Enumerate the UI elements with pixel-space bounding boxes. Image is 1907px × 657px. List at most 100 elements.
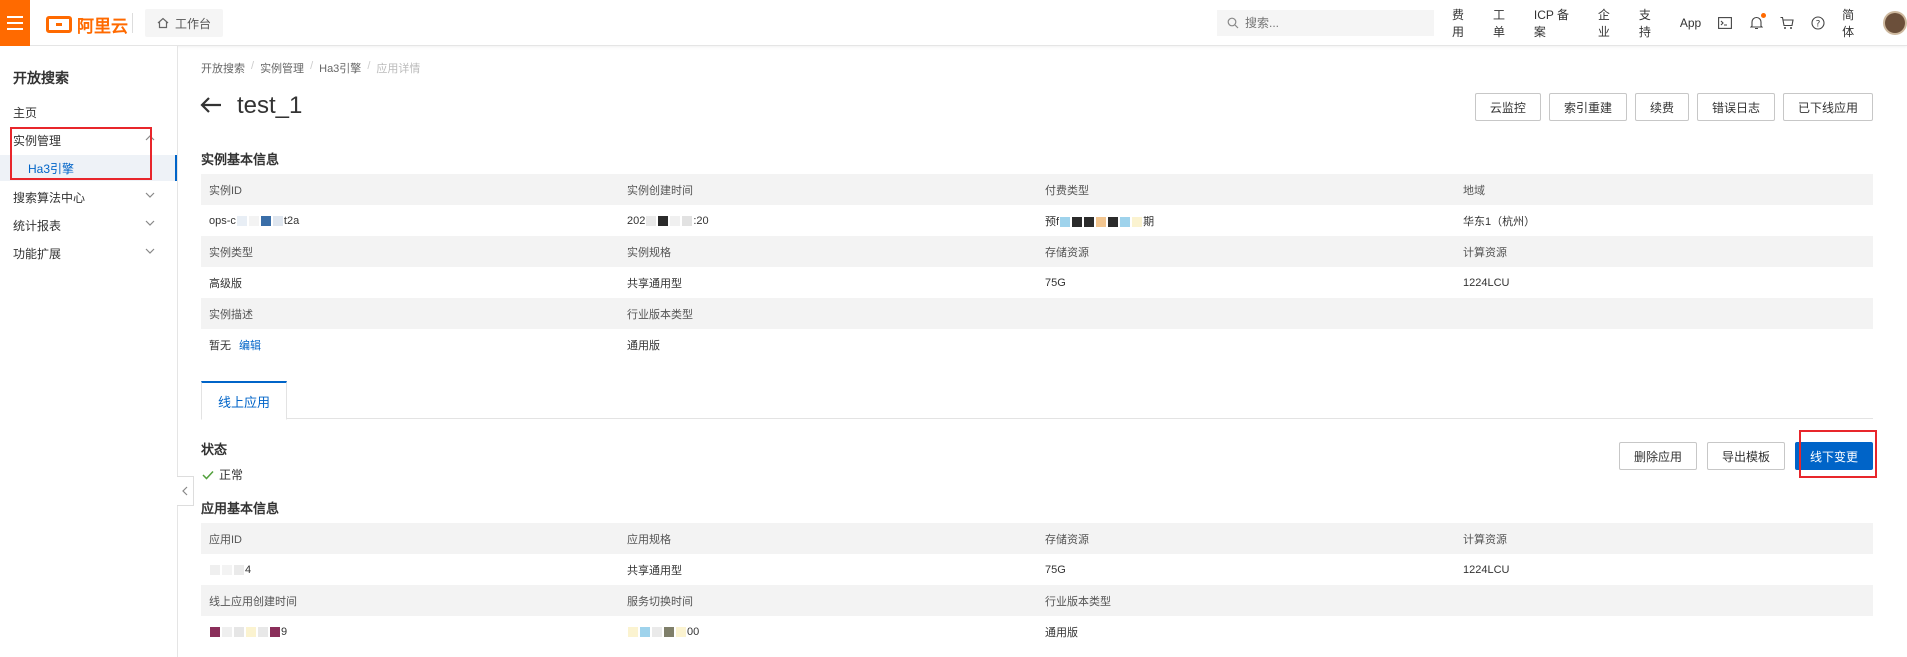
table-header-cell: 实例类型 [209, 246, 253, 259]
chevron-down-icon [145, 192, 155, 198]
redaction-mosaic [246, 626, 256, 637]
table-header-cell: 应用ID [209, 533, 242, 546]
sidebar-title: 开放搜索 [13, 70, 69, 86]
table-header-cell: 实例ID [209, 184, 242, 197]
breadcrumb-item[interactable]: 实例管理 [260, 60, 304, 76]
app-info-title: 应用基本信息 [201, 501, 280, 516]
search-icon [1227, 17, 1239, 29]
nav-app[interactable]: App [1680, 16, 1701, 30]
sidebar-item-extensions[interactable]: 功能扩展 [0, 240, 177, 266]
sidebar-item-algorithm[interactable]: 搜索算法中心 [0, 184, 177, 210]
sidebar-item-label: 搜索算法中心 [13, 190, 86, 205]
search-input[interactable] [1245, 16, 1415, 30]
billing-type-suffix: 期 [1143, 215, 1155, 228]
chevron-up-icon [145, 135, 155, 141]
table-row: 9 00 通用版 [201, 616, 1873, 647]
redaction-mosaic [1120, 216, 1131, 227]
table-cell: 通用版 [627, 339, 660, 352]
redaction-mosaic [1132, 216, 1143, 227]
breadcrumb: 开放搜索 / 实例管理 / Ha3引擎 / 应用详情 [201, 60, 421, 76]
terminal-icon[interactable] [1718, 16, 1733, 30]
table-header-cell: 计算资源 [1463, 246, 1507, 259]
edit-link[interactable]: 编辑 [239, 340, 261, 352]
workbench-label: 工作台 [175, 16, 212, 31]
table-header-cell: 存储资源 [1045, 246, 1089, 259]
table-header-cell: 地域 [1463, 184, 1485, 197]
redaction-mosaic [676, 626, 686, 637]
sidebar-item-label: 统计报表 [13, 218, 62, 233]
chevron-down-icon [145, 248, 155, 254]
table-cell: 75G [1045, 563, 1066, 576]
offline-change-button[interactable]: 线下变更 [1794, 442, 1873, 470]
table-cell: 75G [1045, 276, 1066, 289]
chevron-down-icon [145, 220, 155, 226]
redaction-mosaic [248, 215, 259, 226]
cart-icon[interactable] [1780, 16, 1794, 30]
nav-support[interactable]: 支持 [1639, 6, 1663, 40]
renew-button[interactable]: 续费 [1634, 93, 1689, 121]
help-icon[interactable]: ? [1811, 16, 1825, 30]
language-switch[interactable]: 简体 [1842, 6, 1866, 40]
workbench-button[interactable]: 工作台 [145, 9, 224, 37]
table-header-row: 实例描述 行业版本类型 [201, 298, 1873, 329]
instance-created-suffix: :20 [693, 214, 709, 227]
delete-app-button[interactable]: 删除应用 [1618, 442, 1697, 470]
sidebar-item-instances[interactable]: 实例管理 [0, 127, 177, 153]
tab-online-apps[interactable]: 线上应用 [201, 381, 288, 420]
sidebar-item-reports[interactable]: 统计报表 [0, 212, 177, 238]
table-header-cell: 实例创建时间 [627, 184, 693, 197]
breadcrumb-item[interactable]: 开放搜索 [201, 60, 245, 76]
description-cell: 暂无 编辑 [201, 337, 619, 353]
avatar[interactable] [1883, 11, 1907, 35]
redaction-mosaic [1096, 216, 1107, 227]
app-created-cell: 9 [201, 626, 619, 638]
status-badge: 正常 [202, 466, 243, 483]
export-template-button[interactable]: 导出模板 [1706, 442, 1785, 470]
table-cell: 高级版 [209, 277, 242, 290]
redaction-mosaic [640, 626, 650, 637]
top-nav: 费用 工单 ICP 备案 企业 支持 App ? 简体 [1452, 0, 1907, 46]
table-header-cell: 计算资源 [1463, 533, 1507, 546]
sidebar-item-label: 功能扩展 [13, 246, 62, 261]
sidebar-item-ha3[interactable]: Ha3引擎 [0, 155, 177, 181]
table-row: 高级版 共享通用型 75G 1224LCU [201, 267, 1873, 298]
table-header-cell: 线上应用创建时间 [209, 595, 297, 608]
table-header-row: 线上应用创建时间 服务切换时间 行业版本类型 [201, 585, 1873, 616]
nav-icp[interactable]: ICP 备案 [1534, 6, 1581, 40]
divider [132, 13, 133, 33]
status-text: 正常 [219, 468, 244, 482]
redaction-mosaic [1108, 216, 1119, 227]
bell-icon[interactable] [1749, 13, 1767, 30]
redaction-mosaic [258, 626, 268, 637]
error-log-button[interactable]: 错误日志 [1696, 93, 1775, 121]
offline-apps-button[interactable]: 已下线应用 [1782, 93, 1873, 121]
table-header-cell: 实例描述 [209, 308, 253, 321]
switch-time-cell: 00 [619, 626, 1037, 638]
redaction-mosaic [682, 215, 693, 226]
redaction-mosaic [658, 215, 669, 226]
nav-billing[interactable]: 费用 [1452, 6, 1476, 40]
redaction-mosaic [1084, 216, 1095, 227]
breadcrumb-current: 应用详情 [376, 63, 421, 75]
search-box[interactable] [1217, 10, 1434, 36]
redaction-mosaic [1060, 216, 1071, 227]
table-row: 4 共享通用型 75G 1224LCU [201, 554, 1873, 585]
cloud-monitor-button[interactable]: 云监控 [1474, 93, 1541, 121]
menu-icon[interactable] [0, 0, 30, 46]
status-title: 状态 [201, 442, 228, 457]
sidebar-item-home[interactable]: 主页 [0, 99, 177, 125]
billing-type-cell: 预f 期 [1037, 213, 1455, 229]
app-id-value: 4 [245, 563, 252, 576]
sidebar-collapse-button[interactable] [177, 476, 194, 506]
breadcrumb-item[interactable]: Ha3引擎 [319, 60, 361, 76]
page-actions: 云监控 索引重建 续费 错误日志 已下线应用 [1474, 93, 1873, 121]
brand-logo[interactable]: 阿里云 [46, 12, 128, 37]
rebuild-index-button[interactable]: 索引重建 [1548, 93, 1627, 121]
back-arrow-icon[interactable] [200, 96, 222, 114]
nav-enterprise[interactable]: 企业 [1598, 6, 1622, 40]
instance-created-value: 202 [627, 214, 646, 227]
redaction-mosaic [664, 626, 674, 637]
billing-type-value: 预f [1045, 215, 1060, 228]
nav-tickets[interactable]: 工单 [1493, 6, 1517, 40]
table-header-cell: 服务切换时间 [627, 595, 693, 608]
